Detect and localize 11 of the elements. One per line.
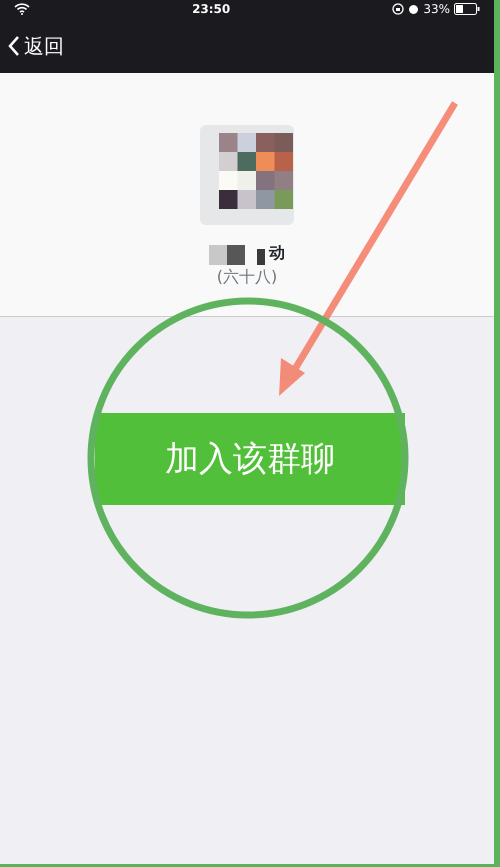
- chevron-left-icon: [8, 34, 20, 56]
- name-mosaic-drawing: [209, 245, 265, 265]
- back-link[interactable]: 返回: [8, 30, 64, 60]
- member-count: (六十八): [216, 266, 278, 288]
- status-time: 23:50: [192, 1, 230, 18]
- lock-rotation-icon: [392, 3, 404, 15]
- battery-percent: 33%: [423, 1, 450, 18]
- wifi-icon: [14, 3, 30, 15]
- battery-icon: [454, 3, 480, 15]
- group-name: 动: [269, 242, 285, 264]
- alarm-icon: [408, 3, 420, 15]
